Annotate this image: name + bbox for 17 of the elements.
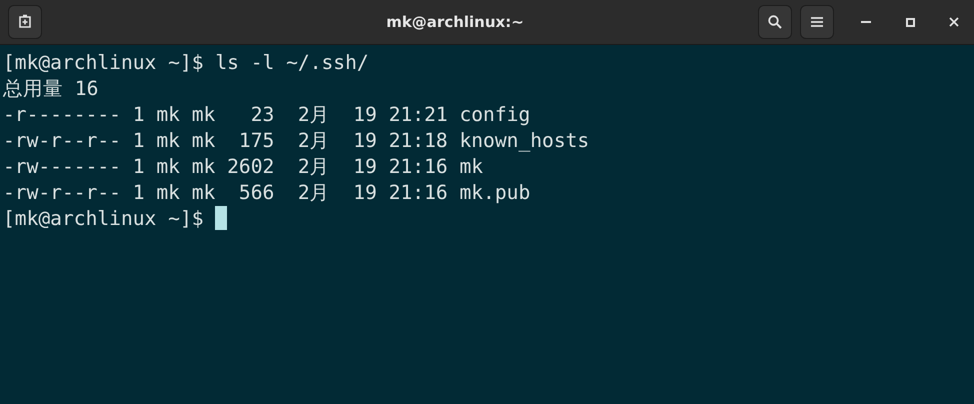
terminal-line: [mk@archlinux ~]$ <box>3 206 205 230</box>
terminal-line: -r-------- 1 mk mk 23 2月 19 21:21 config <box>3 102 530 128</box>
maximize-icon <box>906 18 914 26</box>
terminal-line: [mk@archlinux ~]$ ls -l ~/.ssh/ <box>3 50 369 74</box>
close-icon <box>949 17 959 27</box>
menu-button[interactable] <box>800 5 834 39</box>
terminal-line: -rw-r--r-- 1 mk mk 175 2月 19 21:18 known_hosts <box>3 128 590 154</box>
new-tab-icon <box>17 14 33 30</box>
terminal-line: -rw-r--r-- 1 mk mk 566 2月 19 21:16 mk.pub <box>3 180 530 206</box>
window-title: mk@archlinux:~ <box>385 13 525 31</box>
terminal-line: 总用量 16 <box>3 76 98 102</box>
terminal-line: -rw------- 1 mk mk 2602 2月 19 21:16 mk <box>3 154 484 180</box>
new-tab-button[interactable] <box>8 5 42 39</box>
menu-icon <box>810 16 824 28</box>
minimize-icon <box>861 21 871 23</box>
search-button[interactable] <box>758 5 792 39</box>
search-icon <box>767 14 783 30</box>
